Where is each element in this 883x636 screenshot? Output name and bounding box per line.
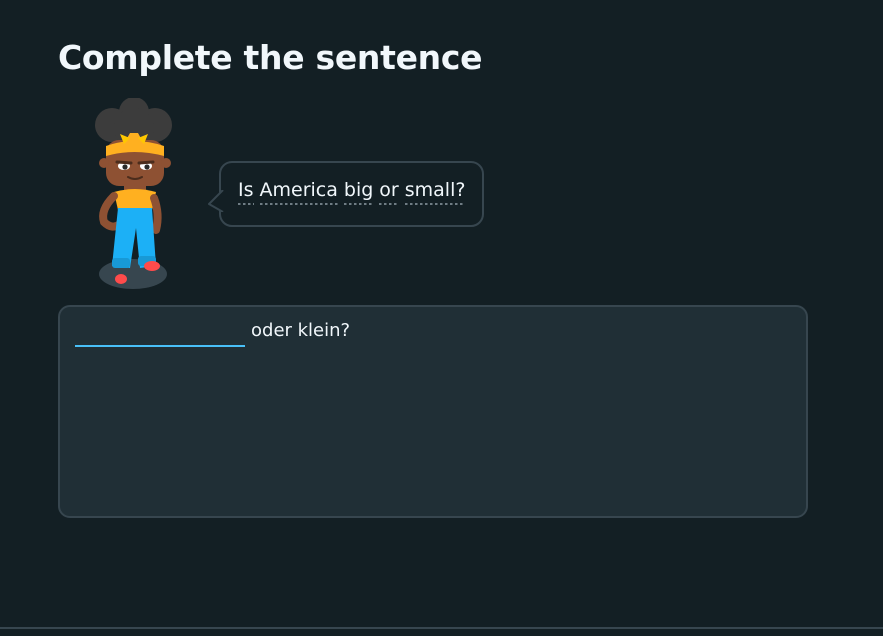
character-illustration — [95, 98, 172, 289]
speech-bubble: Is America big or small? — [208, 161, 485, 227]
prompt-word[interactable]: America — [259, 179, 338, 205]
prompt-sentence: Is America big or small? — [238, 179, 466, 205]
blank-answer-input[interactable] — [75, 319, 245, 347]
prompt-word[interactable]: or — [379, 179, 399, 205]
speech-bubble-tail-icon — [208, 190, 224, 212]
prompt-word[interactable]: Is — [238, 179, 254, 205]
prompt-word[interactable]: big — [343, 179, 374, 205]
answer-card: oder klein? — [58, 305, 808, 518]
footer-divider — [0, 627, 883, 629]
sentence-continuation: oder klein? — [251, 320, 351, 341]
page-title: Complete the sentence — [58, 38, 483, 77]
prompt-word[interactable]: small? — [404, 179, 466, 205]
